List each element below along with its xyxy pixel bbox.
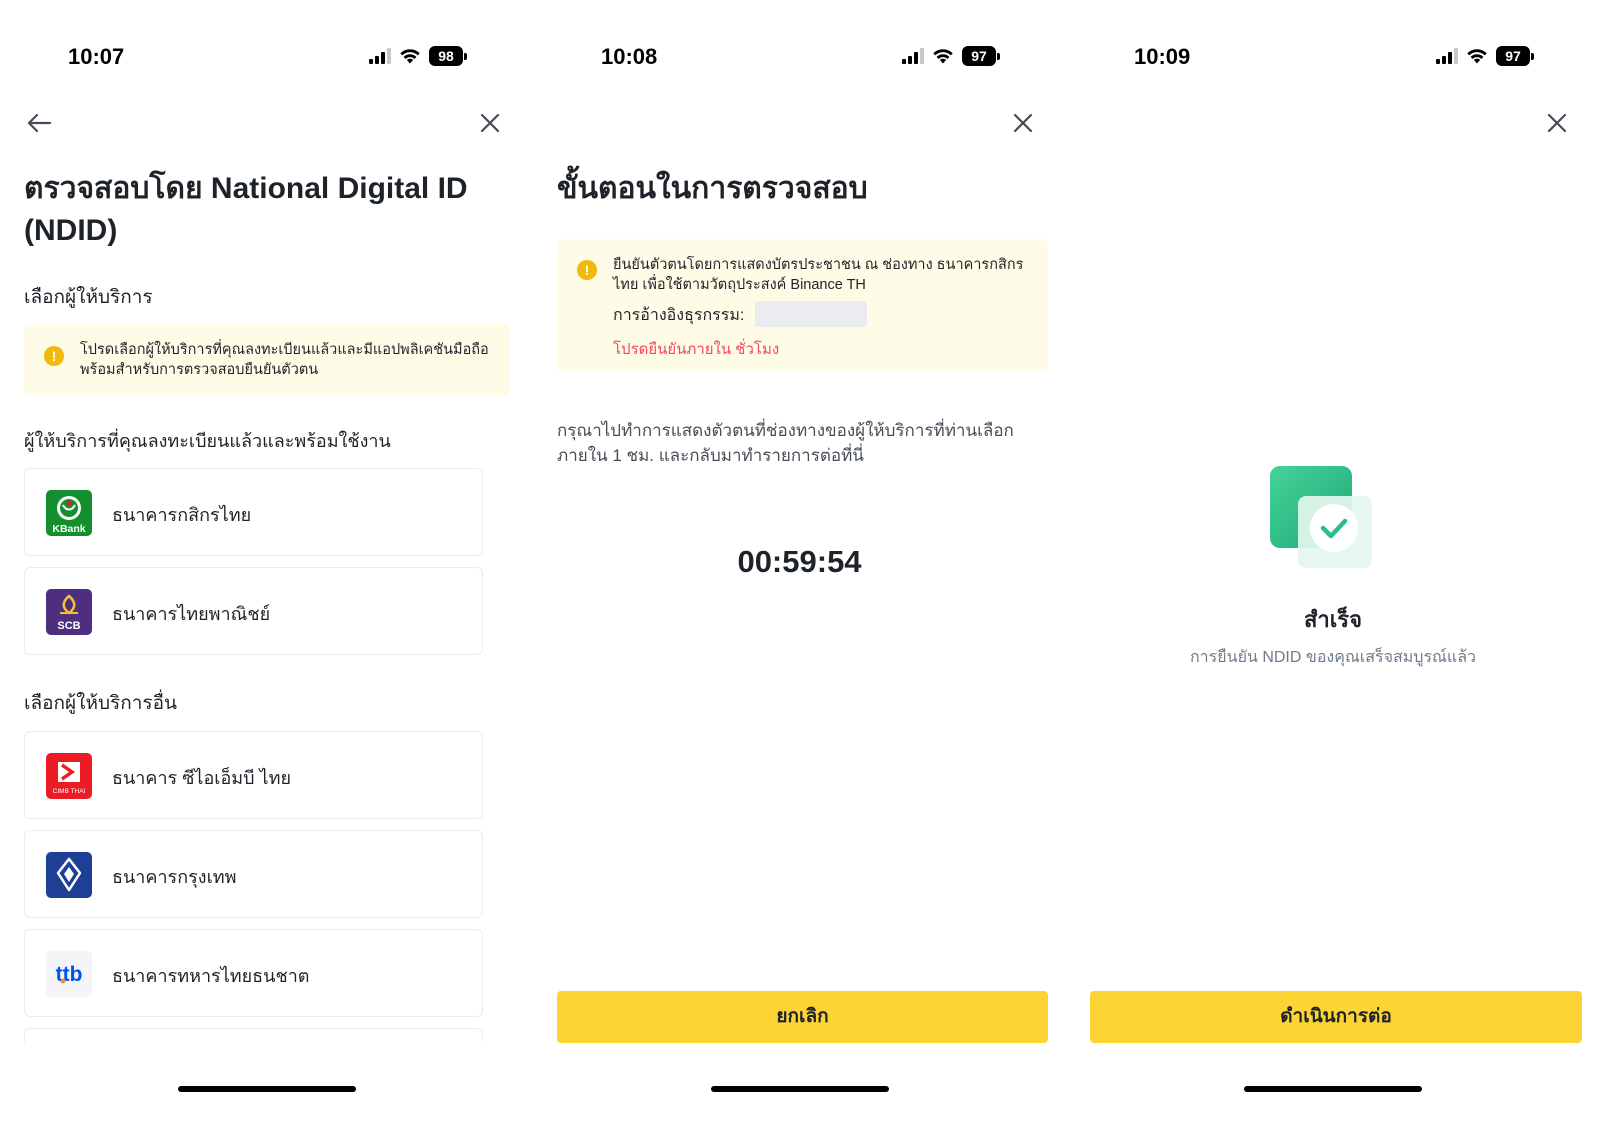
battery-level: 97 xyxy=(962,46,996,66)
wifi-icon xyxy=(400,49,420,64)
instruction-text: กรุณาไปทำการแสดงตัวตนที่ช่องทางของผู้ให้… xyxy=(557,421,1014,465)
cimb-logo: CIMB THAI xyxy=(46,753,92,799)
signal-icon xyxy=(369,48,391,64)
status-time: 10:07 xyxy=(68,44,125,69)
close-icon[interactable] xyxy=(1008,108,1038,138)
warning-icon: ! xyxy=(44,346,64,366)
notice-box: ! ยืนยันตัวตนโดยการแสดงบัตรประชาชน ณ ช่อ… xyxy=(557,239,1048,371)
home-indicator xyxy=(710,1086,889,1092)
success-subtitle: การยืนยัน NDID ของคุณเสร็จสมบูรณ์แล้ว xyxy=(1189,649,1476,666)
deadline-text: โปรดยืนยันภายใน ชั่วโมง xyxy=(613,341,780,358)
home-indicator xyxy=(177,1086,356,1092)
cimb-logo-text: CIMB THAI xyxy=(53,788,86,795)
bank-option-cimb[interactable]: CIMB THAI ธนาคาร ซีไอเอ็มบี ไทย xyxy=(24,731,483,819)
status-time: 10:09 xyxy=(1134,44,1191,69)
status-time: 10:08 xyxy=(601,44,658,69)
close-icon[interactable] xyxy=(1542,108,1572,138)
ttb-logo-text: ttb xyxy=(56,963,83,986)
bank-name: ธนาคารกรุงเทพ xyxy=(112,867,237,887)
bank-option-scb[interactable]: SCB ธนาคารไทยพาณิชย์ xyxy=(24,567,483,655)
ndid-verification-steps-screen: 10:08 97 ขั้นตอนในการตรวจสอบ ! ยืนยันตัว… xyxy=(533,0,1066,1130)
kbank-logo: KBank xyxy=(46,490,92,536)
battery-icon: 97 xyxy=(962,46,1000,66)
wifi-icon xyxy=(933,49,953,64)
signal-icon xyxy=(1436,48,1458,64)
countdown-timer: 00:59:54 xyxy=(737,544,862,579)
ttb-logo: ttb xyxy=(46,951,92,997)
home-indicator xyxy=(1244,1086,1422,1092)
bank-option-more[interactable] xyxy=(24,1028,483,1042)
battery-icon: 97 xyxy=(1496,46,1534,66)
wifi-icon xyxy=(1467,49,1487,64)
reference-value-redacted xyxy=(755,301,867,327)
status-bar: 10:09 97 xyxy=(1066,40,1600,76)
success-title: สำเร็จ xyxy=(1303,607,1362,632)
warning-icon: ! xyxy=(577,260,597,280)
ndid-provider-select-screen: 10:07 98 ตรวจสอบโดย National Digital ID … xyxy=(0,0,533,1130)
battery-level: 97 xyxy=(1496,46,1530,66)
ndid-success-screen: 10:09 97 สำเร็จ การยืนยัน NDID ของคุณเสร… xyxy=(1066,0,1600,1130)
select-provider-label: เลือกผู้ให้บริการ xyxy=(24,287,153,308)
registered-providers-label: ผู้ให้บริการที่คุณลงทะเบียนแล้วและพร้อมใ… xyxy=(24,431,391,451)
close-icon[interactable] xyxy=(475,108,505,138)
bank-option-ttb[interactable]: ttb ธนาคารทหารไทยธนชาต xyxy=(24,929,483,1017)
notice-box: ! โปรดเลือกผู้ให้บริการที่คุณลงทะเบียนแล… xyxy=(24,324,509,396)
bank-name: ธนาคาร ซีไอเอ็มบี ไทย xyxy=(112,768,292,788)
kbank-logo-text: KBank xyxy=(52,523,85,535)
status-bar: 10:08 97 xyxy=(533,40,1066,76)
bank-name: ธนาคารไทยพาณิชย์ xyxy=(112,604,271,624)
page-title: ตรวจสอบโดย National Digital ID (NDID) xyxy=(24,172,468,247)
battery-level: 98 xyxy=(429,46,463,66)
continue-button[interactable]: ดำเนินการต่อ xyxy=(1090,991,1582,1043)
bbl-logo xyxy=(46,852,92,898)
bank-name: ธนาคารทหารไทยธนชาต xyxy=(112,966,310,986)
bank-option-bbl[interactable]: ธนาคารกรุงเทพ xyxy=(24,830,483,918)
bank-name: ธนาคารกสิกรไทย xyxy=(112,505,252,525)
notice-text: ยืนยันตัวตนโดยการแสดงบัตรประชาชน ณ ช่องท… xyxy=(613,257,1024,293)
signal-icon xyxy=(902,48,924,64)
scb-logo-text: SCB xyxy=(57,620,80,632)
notice-text: โปรดเลือกผู้ให้บริการที่คุณลงทะเบียนแล้ว… xyxy=(80,342,489,378)
success-check-icon xyxy=(1270,466,1372,568)
reference-label: การอ้างอิงธุรกรรม: xyxy=(613,307,745,324)
status-bar: 10:07 98 xyxy=(0,40,533,76)
bank-option-kbank[interactable]: KBank ธนาคารกสิกรไทย xyxy=(24,468,483,556)
scb-logo: SCB xyxy=(46,589,92,635)
battery-icon: 98 xyxy=(429,46,467,66)
cancel-button[interactable]: ยกเลิก xyxy=(557,991,1048,1043)
page-title: ขั้นตอนในการตรวจสอบ xyxy=(557,172,868,205)
other-providers-label: เลือกผู้ให้บริการอื่น xyxy=(24,693,178,714)
back-arrow-icon[interactable] xyxy=(24,108,54,138)
